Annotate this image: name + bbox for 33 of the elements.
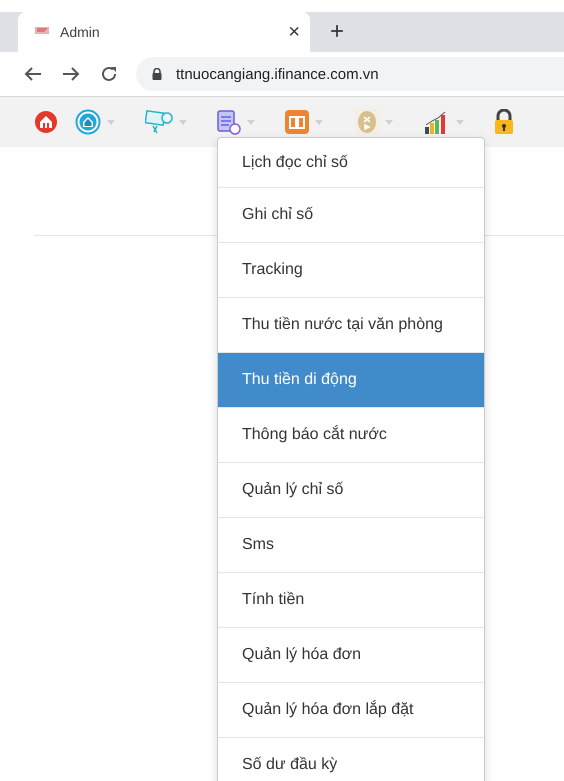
back-icon[interactable] (24, 66, 42, 82)
forward-icon[interactable] (62, 66, 80, 82)
address-bar[interactable]: ttnuocangiang.ifinance.com.vn (136, 57, 564, 91)
padlock-icon[interactable] (494, 109, 514, 135)
menu-item[interactable]: Quản lý hóa đơn lắp đặt (218, 682, 484, 737)
menu-item[interactable]: Sms (218, 517, 484, 572)
tab-title: Admin (60, 24, 101, 40)
book-icon[interactable] (284, 110, 309, 134)
caret-icon[interactable] (384, 120, 393, 124)
caret-icon[interactable] (314, 120, 323, 124)
caret-icon[interactable] (456, 120, 464, 124)
menu-item[interactable]: Thu tiền di động (218, 352, 484, 407)
home-icon[interactable] (75, 109, 102, 135)
menu-item[interactable]: Tính tiền (218, 572, 484, 627)
caret-icon[interactable] (179, 120, 188, 124)
lock-icon (152, 68, 162, 80)
caret-icon[interactable] (246, 120, 255, 124)
phone-message-icon[interactable] (145, 109, 174, 135)
menu-item[interactable]: Quản lý chỉ số (218, 462, 484, 517)
menu-item[interactable]: Quản lý hóa đơn (218, 627, 484, 682)
menu-item[interactable]: Ghi chỉ số (218, 187, 484, 242)
new-tab-button[interactable]: + (330, 20, 344, 44)
home-icon[interactable] (34, 110, 58, 134)
close-icon[interactable]: × (288, 20, 300, 44)
menu-item[interactable]: Tracking (218, 242, 484, 297)
menu-item[interactable]: Lịch đọc chỉ số (218, 138, 484, 187)
reload-icon[interactable] (100, 65, 118, 83)
menu-item[interactable]: Số dư đầu kỳ (218, 737, 484, 781)
document-icon[interactable] (214, 109, 241, 135)
browser-tab[interactable]: Admin × (18, 12, 310, 52)
menu-item[interactable]: Thông báo cắt nước (218, 407, 484, 462)
coin-icon[interactable] (354, 109, 379, 135)
caret-icon[interactable] (107, 120, 116, 124)
